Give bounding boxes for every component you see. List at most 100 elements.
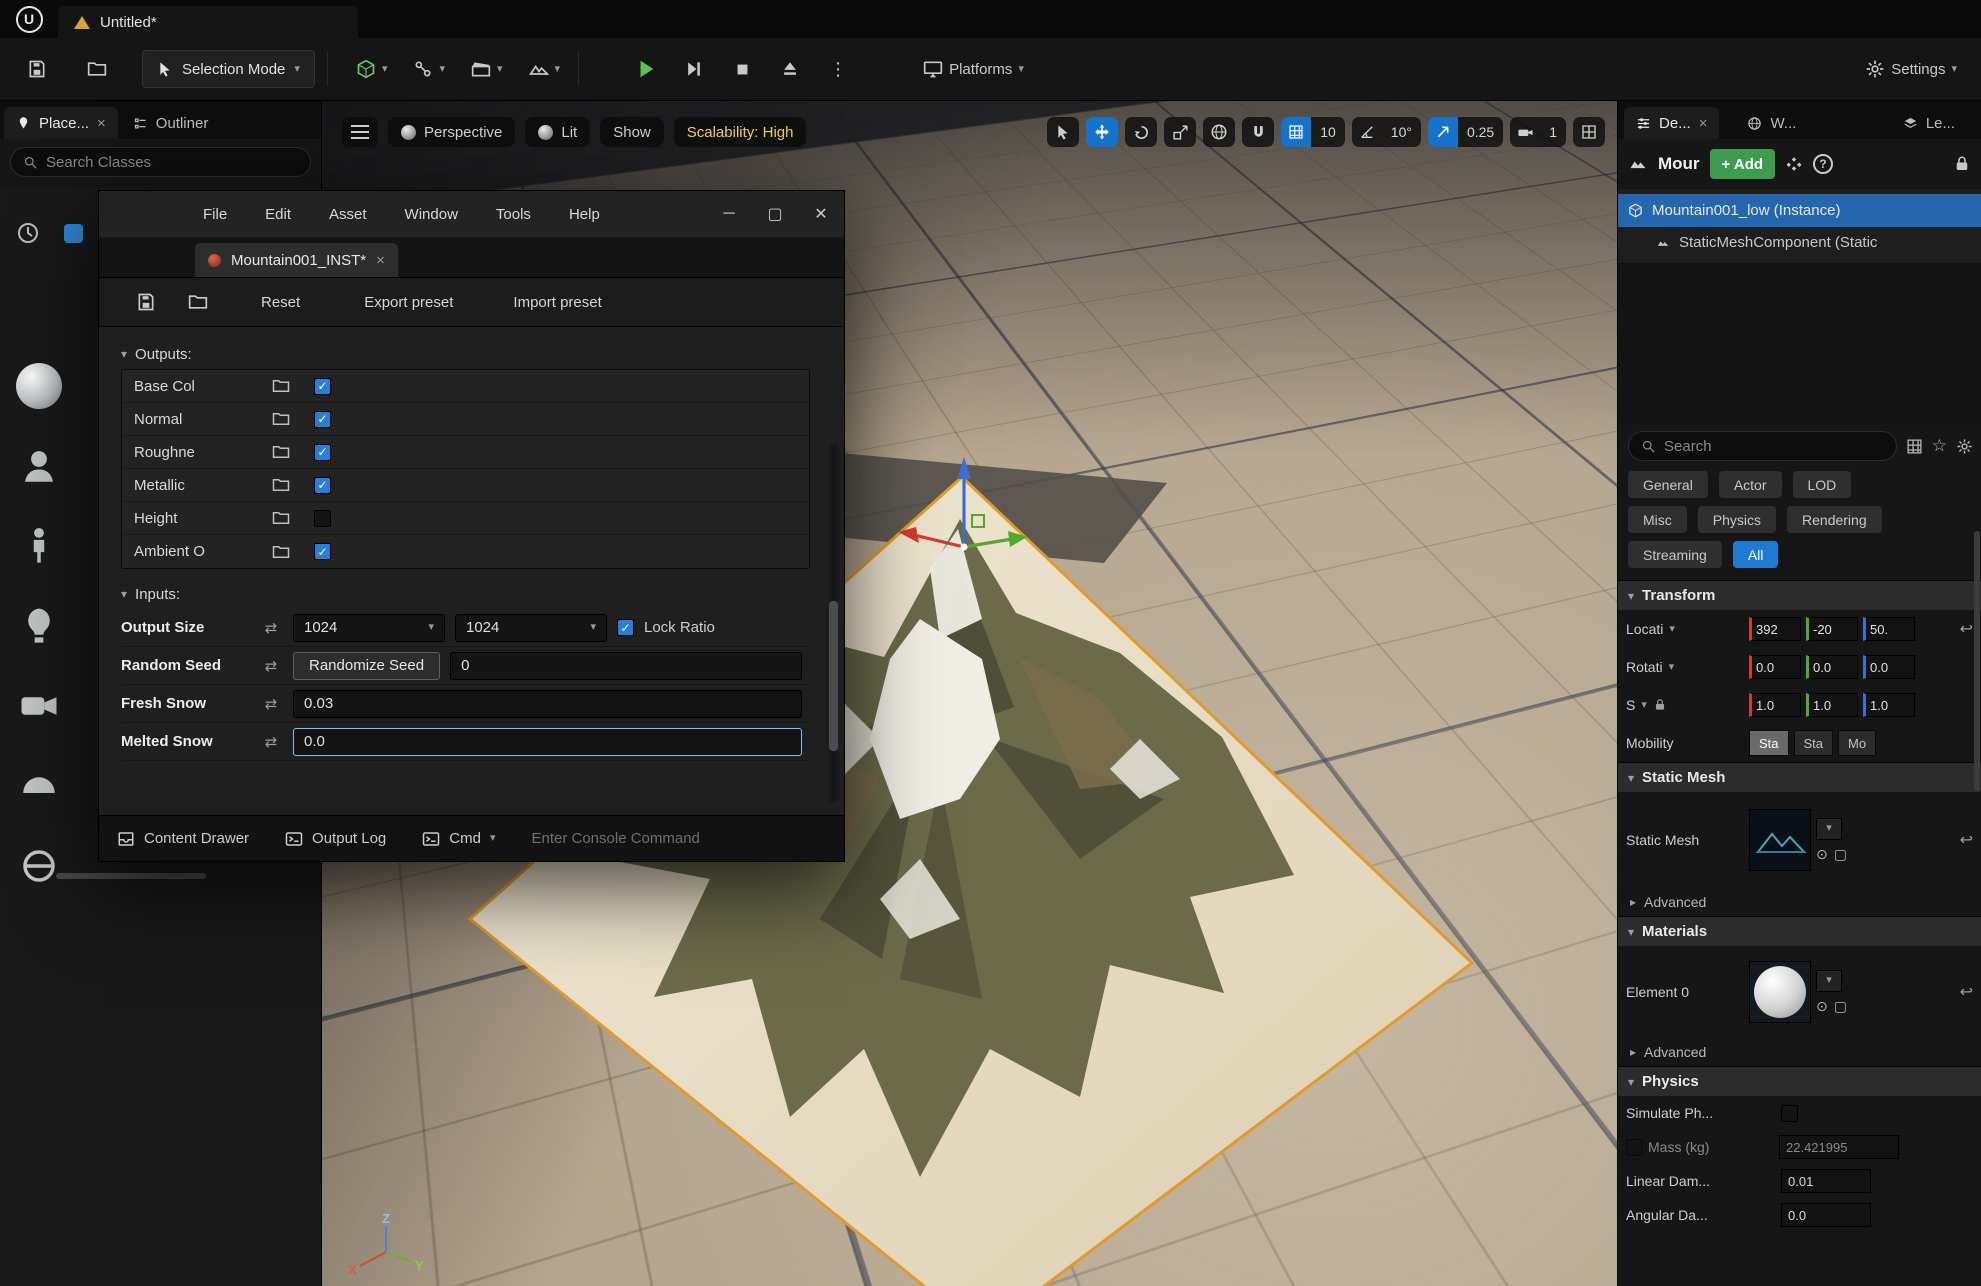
tab-world-settings[interactable]: W... — [1735, 107, 1808, 139]
output-width-dropdown[interactable]: 1024 ▾ — [293, 614, 445, 642]
close-icon[interactable]: × — [97, 116, 106, 131]
scale-snap-icon[interactable] — [1428, 117, 1458, 147]
advanced-expander-2[interactable]: ▸ Advanced — [1618, 1038, 1981, 1066]
output-checkbox[interactable] — [314, 543, 331, 560]
mobility-movable-button[interactable]: Mo — [1838, 730, 1876, 756]
stop-button[interactable] — [723, 49, 761, 89]
camera-speed-icon[interactable] — [1510, 117, 1540, 147]
menu-file[interactable]: File — [203, 206, 227, 223]
add-component-button[interactable]: + Add — [1710, 149, 1776, 179]
favorites-star-icon[interactable]: ☆ — [1932, 436, 1947, 456]
convert-blueprint-icon[interactable] — [1785, 155, 1803, 173]
location-dropdown[interactable]: Locati ▾ — [1626, 621, 1744, 637]
scrollbar-thumb[interactable] — [829, 601, 838, 751]
quad-view-button[interactable] — [1573, 117, 1605, 147]
content-drawer-button[interactable]: Content Drawer — [117, 830, 249, 848]
output-checkbox[interactable] — [314, 444, 331, 461]
inputs-section-header[interactable]: ▾ Inputs: — [121, 579, 818, 609]
rotation-snap-value[interactable]: 10° — [1382, 124, 1421, 140]
play-options-icon[interactable]: ⋮ — [819, 49, 857, 89]
output-checkbox[interactable] — [314, 510, 331, 527]
browse-asset-button[interactable] — [179, 282, 217, 322]
scale-x-field[interactable]: 1.0 — [1749, 693, 1801, 717]
view-mode-dropdown[interactable]: Lit — [525, 117, 590, 147]
scale-z-field[interactable]: 1.0 — [1863, 693, 1915, 717]
minimize-icon[interactable]: ─ — [706, 191, 752, 237]
details-settings-icon[interactable] — [1956, 438, 1973, 455]
category-basic-icon[interactable] — [12, 439, 66, 493]
location-x-field[interactable]: 392 — [1749, 617, 1801, 641]
filter-streaming[interactable]: Streaming — [1628, 541, 1722, 568]
rotate-tool-button[interactable] — [1125, 117, 1157, 147]
eject-button[interactable] — [771, 49, 809, 89]
mass-override-checkbox[interactable] — [1626, 1139, 1643, 1156]
cinematics-dropdown[interactable]: ▾ — [465, 49, 509, 89]
asset-tab[interactable]: Mountain001_INST* × — [195, 243, 398, 277]
import-preset-button[interactable]: Import preset — [513, 294, 601, 311]
reset-parameter-icon[interactable]: ⇄ — [259, 619, 283, 637]
category-cinematic-icon[interactable] — [12, 679, 66, 733]
actor-chip-icon[interactable] — [64, 224, 83, 243]
details-scrollbar[interactable] — [1974, 531, 1980, 791]
recently-placed-clock-icon[interactable] — [16, 221, 40, 245]
level-tab[interactable]: Untitled* — [58, 6, 358, 38]
mass-field[interactable]: 22.421995 — [1779, 1135, 1899, 1159]
use-selected-asset-icon[interactable]: ▢ — [1834, 846, 1847, 863]
scale-lock-icon[interactable] — [1653, 698, 1667, 712]
menu-edit[interactable]: Edit — [265, 206, 291, 223]
advanced-expander-1[interactable]: ▸ Advanced — [1618, 888, 1981, 916]
reset-static-mesh-icon[interactable]: ↩ — [1960, 830, 1973, 850]
scale-dropdown[interactable]: S — [1626, 697, 1635, 713]
console-command-placeholder[interactable]: Enter Console Command — [531, 830, 699, 847]
static-mesh-dropdown[interactable]: ▾ — [1816, 818, 1842, 840]
tab-outliner[interactable]: Outliner — [121, 107, 221, 139]
browse-output-icon[interactable] — [272, 410, 290, 428]
window-title-bar[interactable]: File Edit Asset Window Tools Help ─ ▢ ✕ — [99, 191, 844, 237]
unreal-logo[interactable]: U — [0, 0, 58, 38]
location-y-field[interactable]: -20 — [1806, 617, 1858, 641]
reset-parameter-icon[interactable]: ⇄ — [259, 733, 283, 751]
browse-output-icon[interactable] — [272, 509, 290, 527]
scalability-badge[interactable]: Scalability: High — [674, 117, 807, 147]
simulate-physics-checkbox[interactable] — [1781, 1105, 1798, 1122]
browse-to-asset-icon[interactable]: ⊙ — [1816, 998, 1828, 1015]
category-characters-icon[interactable] — [12, 519, 66, 573]
close-icon[interactable]: × — [376, 253, 385, 268]
cmd-dropdown[interactable]: Cmd ▾ — [422, 830, 495, 848]
category-lights-icon[interactable] — [12, 599, 66, 653]
tab-details[interactable]: De... × — [1624, 107, 1719, 139]
filter-misc[interactable]: Misc — [1628, 506, 1687, 533]
move-tool-button[interactable] — [1086, 117, 1118, 147]
output-log-button[interactable]: Output Log — [285, 830, 386, 848]
mobility-static-button[interactable]: Sta — [1749, 730, 1789, 756]
grid-snap-value[interactable]: 10 — [1311, 124, 1345, 140]
browse-output-icon[interactable] — [272, 443, 290, 461]
output-checkbox[interactable] — [314, 477, 331, 494]
help-icon[interactable]: ? — [1813, 154, 1833, 174]
tree-row-actor[interactable]: Mountain001_low (Instance) — [1618, 194, 1981, 227]
save-button[interactable] — [18, 49, 56, 89]
tab-levels[interactable]: Le... — [1891, 107, 1967, 139]
category-shapes-icon[interactable] — [12, 359, 66, 413]
reset-material-icon[interactable]: ↩ — [1960, 982, 1973, 1002]
menu-asset[interactable]: Asset — [329, 206, 367, 223]
filter-general[interactable]: General — [1628, 471, 1708, 498]
use-selected-asset-icon[interactable]: ▢ — [1834, 998, 1847, 1015]
platforms-dropdown[interactable]: Platforms ▾ — [917, 49, 1030, 89]
lock-ratio-checkbox[interactable] — [617, 619, 634, 636]
filter-rendering[interactable]: Rendering — [1787, 506, 1882, 533]
browse-output-icon[interactable] — [272, 377, 290, 395]
section-materials[interactable]: ▾ Materials — [1618, 916, 1981, 946]
maximize-icon[interactable]: ▢ — [752, 191, 798, 237]
scale-snap-value[interactable]: 0.25 — [1458, 124, 1503, 140]
camera-speed-control[interactable]: 1 — [1510, 117, 1566, 147]
world-coordinate-button[interactable] — [1203, 117, 1235, 147]
surface-snap-button[interactable] — [1242, 117, 1274, 147]
tree-row-component[interactable]: StaticMeshComponent (Static — [1618, 227, 1981, 258]
output-checkbox[interactable] — [314, 378, 331, 395]
viewport-options-icon[interactable] — [342, 117, 378, 147]
editor-modes-dropdown[interactable]: ▾ — [523, 49, 567, 89]
details-search-input[interactable] — [1664, 438, 1884, 455]
parameter-scrollbar[interactable] — [829, 443, 838, 803]
lock-icon[interactable] — [1953, 155, 1971, 173]
